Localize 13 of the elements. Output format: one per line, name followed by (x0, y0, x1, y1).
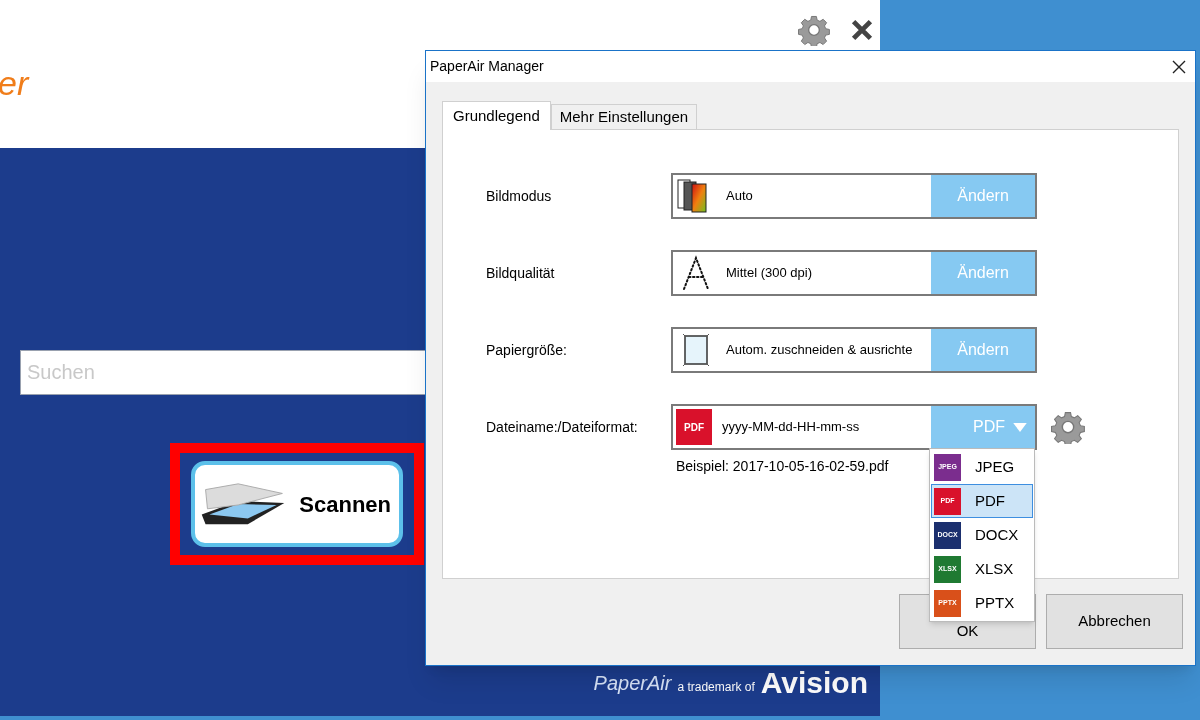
setting-value: Autom. zuschneiden & ausrichte (726, 341, 914, 360)
logo-text: er (0, 63, 29, 104)
setting-value: Mittel (300 dpi) (726, 264, 813, 283)
setting-label: Papiergröße: (486, 340, 568, 360)
window-title: PaperAir Manager (430, 57, 544, 76)
pdf-file-icon: PDF (676, 409, 712, 445)
setting-label: Bildqualität (486, 263, 556, 283)
example-text: Beispiel: 2017-10-05-16-02-59.pdf (676, 457, 889, 476)
brand-logo: PaperAir a trademark of Avision (593, 668, 868, 698)
setting-label: Dateiname:/Dateiformat: (486, 417, 639, 437)
setting-label: Bildmodus (486, 186, 553, 206)
setting-value: yyyy-MM-dd-HH-mm-ss (722, 418, 861, 437)
setting-value: Auto (726, 187, 754, 206)
